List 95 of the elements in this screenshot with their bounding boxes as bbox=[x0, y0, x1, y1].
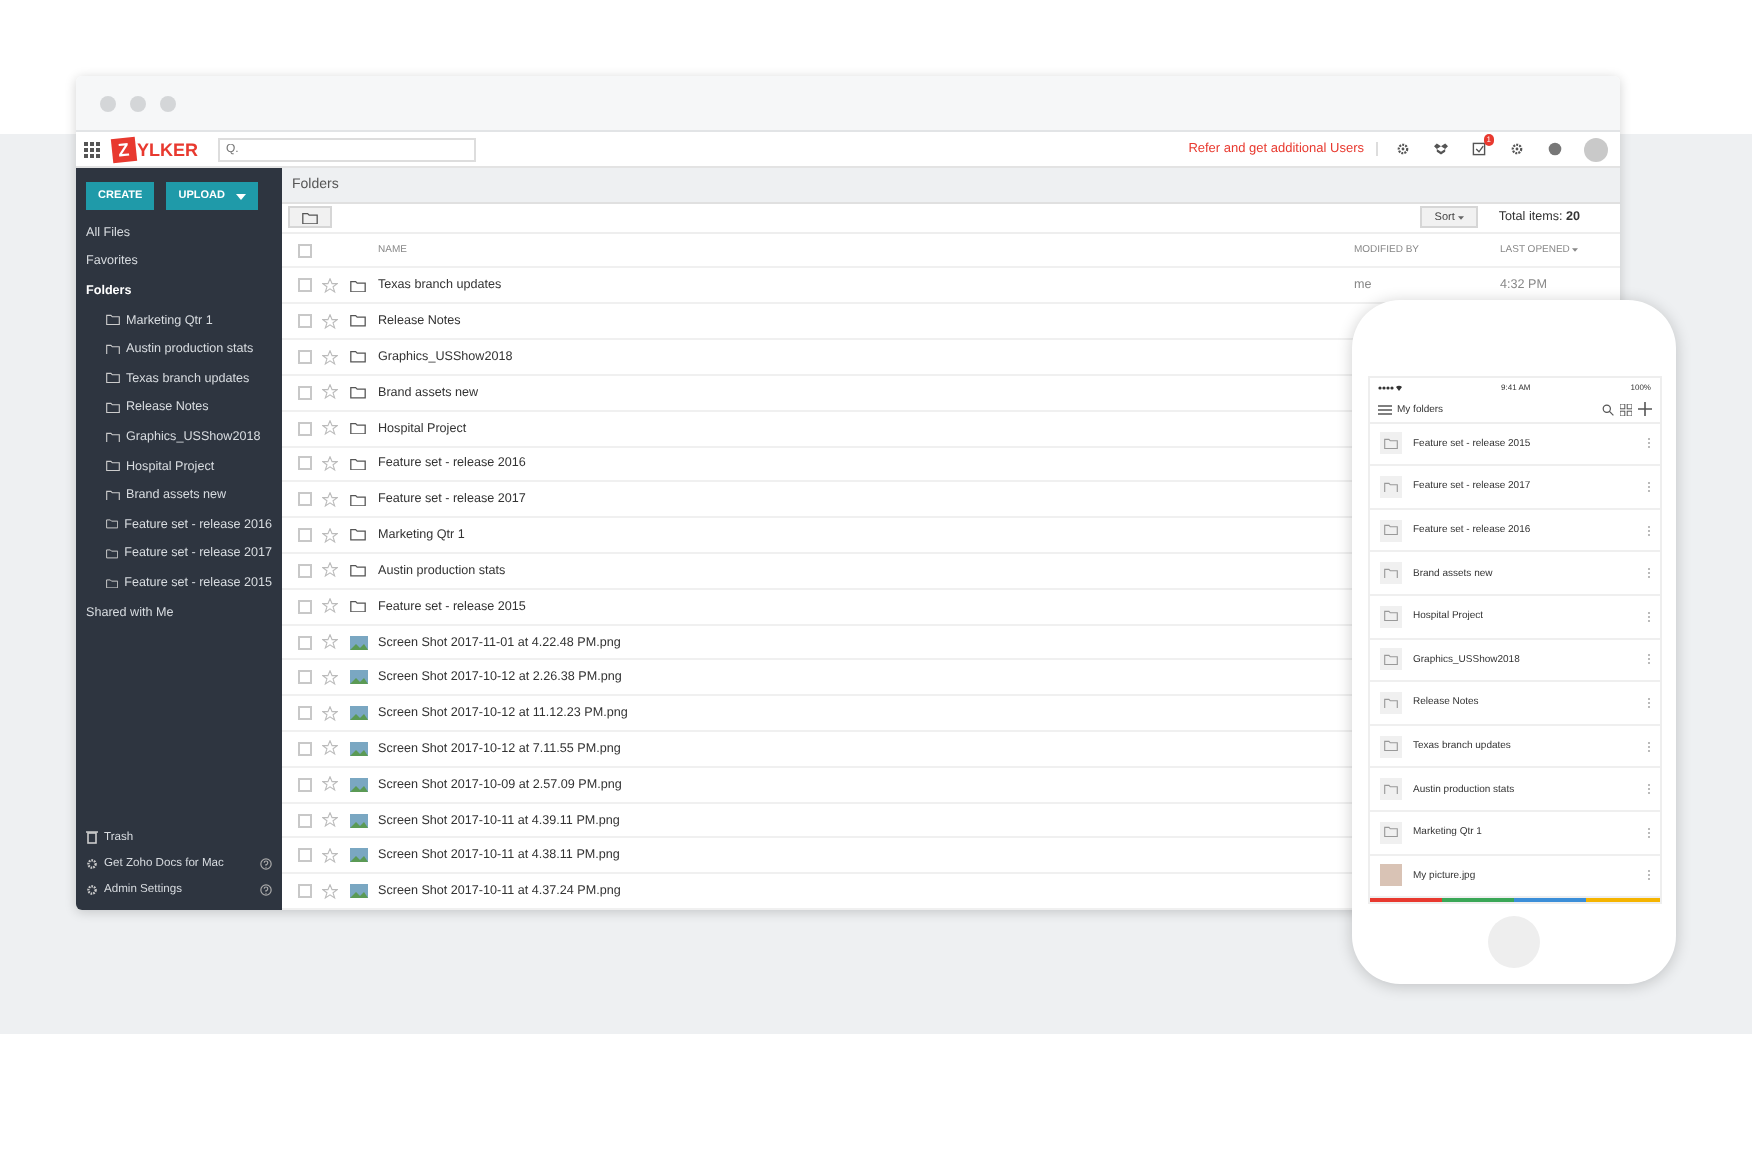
row-checkbox[interactable] bbox=[298, 314, 312, 329]
folder-icon bbox=[106, 372, 120, 385]
trash-icon bbox=[86, 830, 98, 844]
folder-icon bbox=[106, 343, 120, 355]
gear-icon bbox=[86, 857, 98, 869]
folder-icon bbox=[1383, 697, 1397, 709]
folder-icon bbox=[1383, 524, 1397, 536]
folder-icon bbox=[350, 350, 366, 364]
caret-icon bbox=[1572, 248, 1579, 253]
row-checkbox[interactable] bbox=[298, 528, 312, 543]
star-icon[interactable] bbox=[322, 883, 338, 900]
row-checkbox[interactable] bbox=[298, 350, 312, 364]
row-checkbox[interactable] bbox=[298, 599, 312, 614]
row-checkbox[interactable] bbox=[298, 813, 312, 828]
folder-icon bbox=[106, 460, 120, 472]
select-all-checkbox[interactable] bbox=[298, 243, 312, 258]
star-icon[interactable] bbox=[322, 740, 338, 757]
folder-icon bbox=[1383, 740, 1397, 752]
folder-icon bbox=[106, 314, 120, 326]
star-icon[interactable] bbox=[322, 705, 338, 722]
star-icon[interactable] bbox=[322, 776, 338, 793]
image-icon bbox=[350, 706, 368, 721]
image-icon bbox=[350, 670, 368, 685]
app-grid-icon[interactable] bbox=[84, 141, 100, 157]
row-checkbox[interactable] bbox=[298, 884, 312, 899]
settings-icon[interactable] bbox=[1396, 142, 1410, 156]
folder-icon bbox=[106, 402, 120, 414]
row-checkbox[interactable] bbox=[298, 848, 312, 863]
gear-icon bbox=[86, 883, 98, 895]
settings-icon[interactable] bbox=[1510, 142, 1524, 156]
star-icon[interactable] bbox=[322, 313, 338, 330]
photo-placeholder bbox=[1379, 864, 1401, 887]
user-avatar[interactable] bbox=[1584, 137, 1608, 161]
row-checkbox[interactable] bbox=[298, 421, 312, 436]
star-icon[interactable] bbox=[322, 812, 338, 829]
folder-icon bbox=[350, 528, 366, 542]
caret-icon bbox=[1458, 215, 1465, 220]
star-icon[interactable] bbox=[322, 562, 338, 579]
row-checkbox[interactable] bbox=[298, 456, 312, 471]
folder-icon bbox=[106, 489, 120, 501]
star-icon[interactable] bbox=[322, 455, 338, 472]
row-checkbox[interactable] bbox=[298, 741, 312, 756]
row-checkbox[interactable] bbox=[298, 492, 312, 507]
folder-icon bbox=[106, 431, 120, 443]
image-icon bbox=[350, 884, 368, 899]
search-icon[interactable] bbox=[1601, 403, 1613, 416]
folder-icon bbox=[350, 457, 366, 471]
new-folder-button[interactable] bbox=[288, 206, 332, 229]
folder-icon bbox=[106, 548, 119, 560]
folder-icon bbox=[1383, 481, 1397, 493]
signal-icon bbox=[1377, 383, 1401, 392]
folder-icon bbox=[1383, 654, 1397, 666]
image-icon bbox=[350, 741, 368, 756]
folder-icon bbox=[350, 599, 366, 613]
image-icon bbox=[350, 813, 368, 828]
star-icon[interactable] bbox=[322, 491, 338, 508]
row-checkbox[interactable] bbox=[298, 670, 312, 685]
folder-icon bbox=[1383, 826, 1397, 838]
row-checkbox[interactable] bbox=[298, 563, 312, 578]
image-icon bbox=[350, 635, 368, 649]
folder-icon bbox=[1383, 438, 1397, 450]
row-checkbox[interactable] bbox=[298, 777, 312, 792]
star-icon[interactable] bbox=[322, 384, 338, 401]
star-icon[interactable] bbox=[322, 847, 338, 864]
folder-icon bbox=[350, 279, 366, 293]
folder-icon bbox=[350, 386, 366, 399]
star-icon[interactable] bbox=[322, 527, 338, 544]
folder-icon bbox=[302, 211, 318, 224]
image-icon bbox=[350, 848, 368, 863]
folder-icon bbox=[1383, 610, 1397, 623]
star-icon[interactable] bbox=[322, 277, 338, 294]
caret-icon bbox=[236, 193, 247, 199]
grid-icon[interactable] bbox=[1619, 403, 1631, 416]
logo-mark: Z bbox=[110, 135, 137, 163]
image-icon bbox=[350, 777, 368, 792]
row-checkbox[interactable] bbox=[298, 635, 312, 649]
star-icon[interactable] bbox=[322, 420, 338, 437]
folder-icon bbox=[1383, 567, 1397, 579]
folder-icon bbox=[350, 421, 366, 435]
star-icon[interactable] bbox=[322, 349, 338, 365]
folder-icon bbox=[350, 564, 366, 578]
row-checkbox[interactable] bbox=[298, 278, 312, 293]
menu-icon[interactable] bbox=[1377, 403, 1391, 416]
row-checkbox[interactable] bbox=[298, 706, 312, 721]
star-icon[interactable] bbox=[322, 598, 338, 615]
folder-icon bbox=[350, 314, 366, 328]
add-icon[interactable] bbox=[1637, 402, 1651, 417]
folder-icon bbox=[106, 518, 119, 531]
folder-icon bbox=[1383, 783, 1397, 795]
logo-text: YLKER bbox=[137, 139, 199, 159]
star-icon[interactable] bbox=[322, 634, 338, 650]
row-checkbox[interactable] bbox=[298, 385, 312, 400]
folder-icon bbox=[350, 493, 366, 506]
folder-icon bbox=[106, 577, 119, 589]
star-icon[interactable] bbox=[322, 669, 338, 686]
